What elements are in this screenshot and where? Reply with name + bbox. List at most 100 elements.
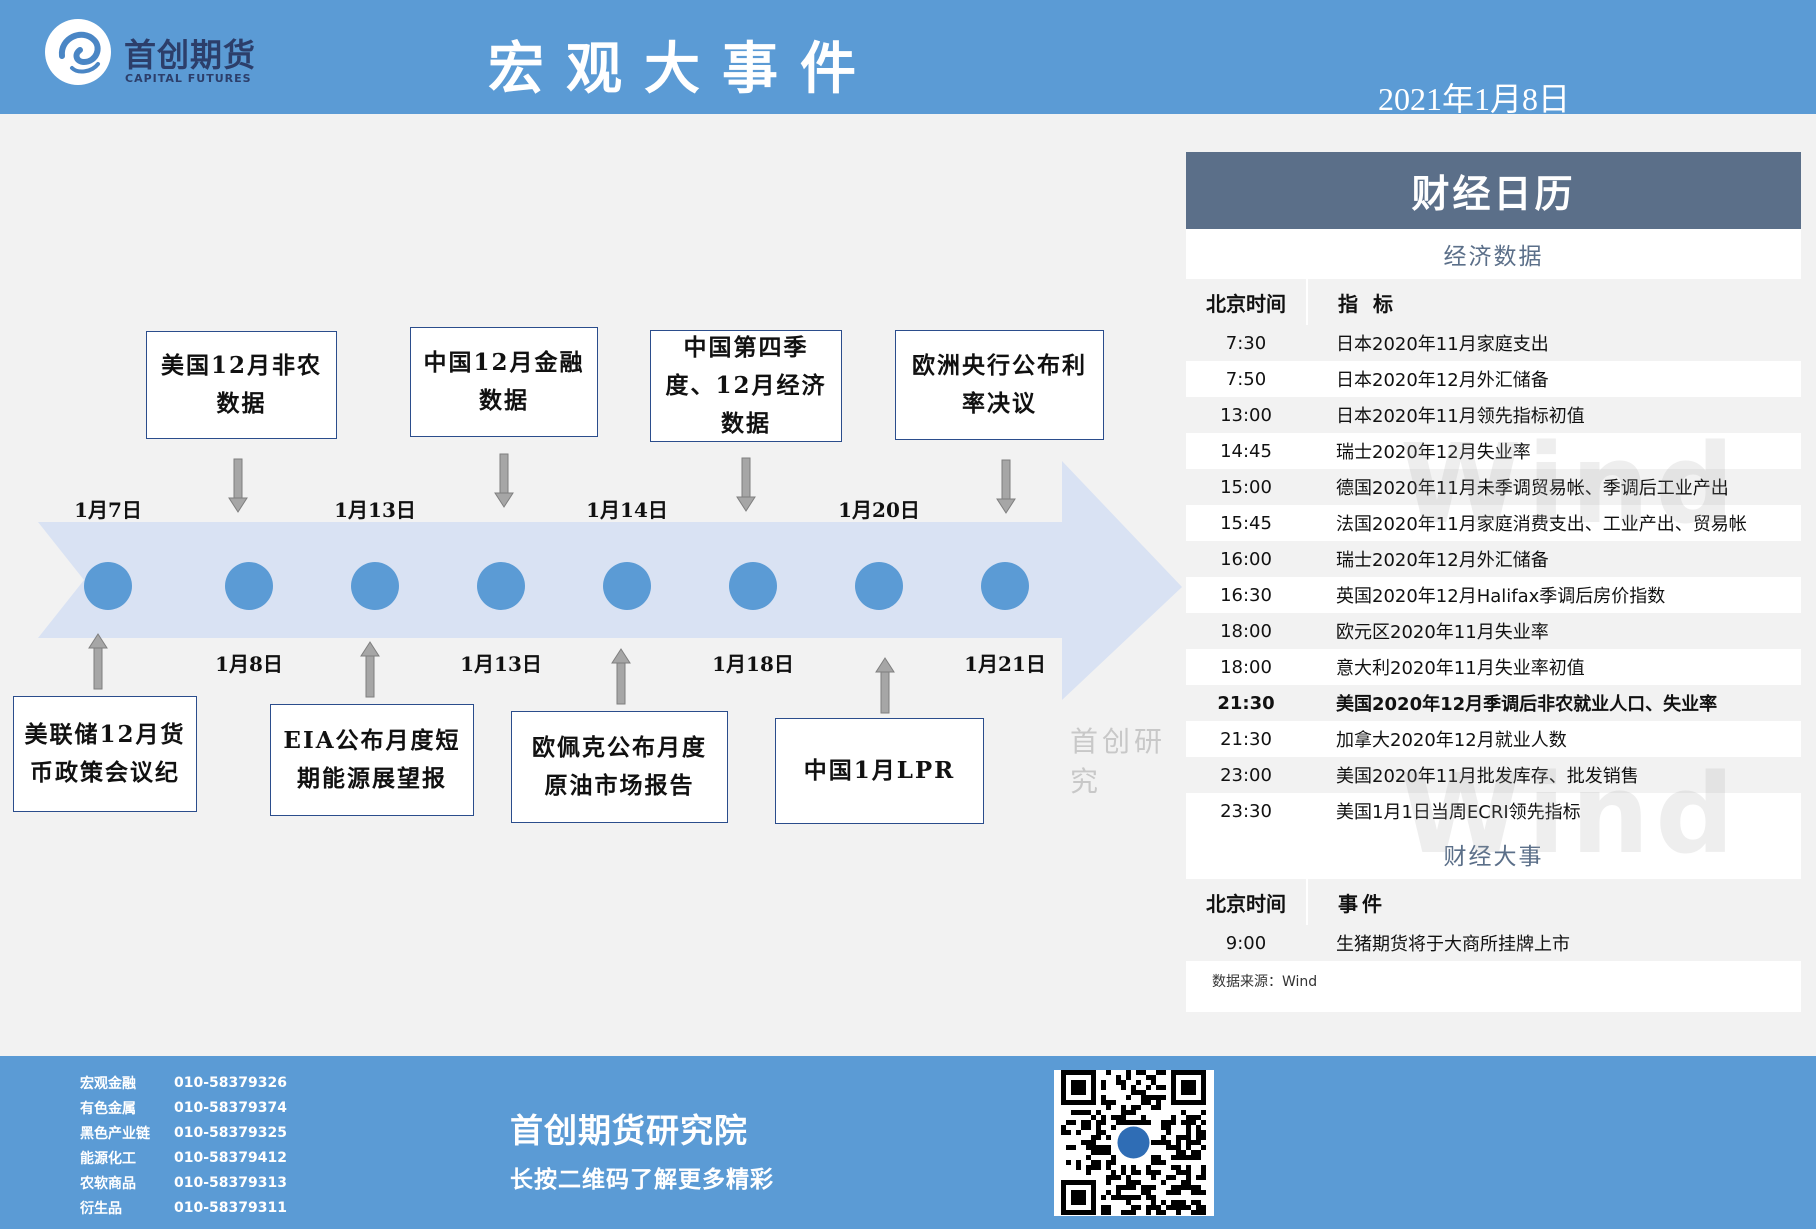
row-item: 日本2020年12月外汇储备 [1336, 370, 1549, 391]
calendar-row: 23:00 美国2020年11月批发库存、批发销售 [1186, 757, 1801, 793]
col-indicator: 指 标 [1306, 279, 1801, 325]
logo-en-text: CAPITAL FUTURES [125, 72, 252, 85]
event-rows: 9:00 生猪期货将于大商所挂牌上市 [1186, 925, 1801, 961]
date-tick-top: 1月20日 [838, 498, 920, 522]
event-timeline: 1月7日 1月13日 1月14日 1月20日 1月8日 1月13日 1月18日 1月21日 … [0, 114, 1190, 1054]
contact-dept: 宏观金融 [80, 1075, 136, 1092]
row-item: 法国2020年11月家庭消费支出、工业产出、贸易帐 [1336, 514, 1747, 535]
arrow-down-icon [228, 458, 248, 513]
row-item: 日本2020年11月家庭支出 [1336, 334, 1549, 355]
row-item: 瑞士2020年12月失业率 [1336, 442, 1531, 463]
calendar-row: 7:50 日本2020年12月外汇储备 [1186, 361, 1801, 397]
event-box-top-1: 美国12月非农数据 [146, 331, 337, 439]
page-title: 宏观大事件 [488, 36, 878, 102]
date-tick-bottom: 1月13日 [460, 652, 542, 676]
contact-dept: 有色金属 [80, 1100, 136, 1117]
calendar-row: 16:30 英国2020年12月Halifax季调后房价指数 [1186, 577, 1801, 613]
calendar-row: 18:00 意大利2020年11月失业率初值 [1186, 649, 1801, 685]
date-tick-top: 1月7日 [74, 498, 142, 522]
row-time: 9:00 [1225, 932, 1267, 954]
calendar-title: 财经日历 [1186, 152, 1801, 229]
arrow-up-icon [360, 641, 380, 698]
calendar-row: 15:00 德国2020年11月未季调贸易帐、季调后工业产出 [1186, 469, 1801, 505]
calendar-row: 9:00 生猪期货将于大商所挂牌上市 [1186, 925, 1801, 961]
calendar-row: 23:30 美国1月1日当周ECRI领先指标 [1186, 793, 1801, 829]
org-name: 首创期货研究院 [510, 1111, 748, 1150]
date-tick-bottom: 1月18日 [712, 652, 794, 676]
row-item: 日本2020年11月领先指标初值 [1336, 406, 1585, 427]
timeline-dot [477, 562, 525, 610]
row-item: 美国2020年11月批发库存、批发销售 [1336, 766, 1639, 787]
event-text: EIA公布月度短期能源展望报 [283, 727, 461, 792]
contact-row: 有色金属 010-58379374 [80, 1095, 287, 1120]
contact-phone[interactable]: 010-58379311 [174, 1200, 287, 1216]
contact-phone[interactable]: 010-58379326 [174, 1075, 287, 1091]
event-text: 欧佩克公布月度原油市场报告 [532, 734, 707, 799]
event-box-bottom-4: 中国1月LPR [775, 718, 984, 824]
contact-phone[interactable]: 010-58379325 [174, 1125, 287, 1141]
row-time: 18:00 [1220, 620, 1272, 642]
row-item: 生猪期货将于大商所挂牌上市 [1336, 934, 1570, 955]
contact-phone[interactable]: 010-58379313 [174, 1175, 287, 1191]
data-source: 数据来源：Wind [1212, 974, 1318, 990]
arrow-up-icon [875, 657, 895, 714]
calendar-row: 13:00 日本2020年11月领先指标初值 [1186, 397, 1801, 433]
row-item: 瑞士2020年12月外汇储备 [1336, 550, 1549, 571]
arrow-down-icon [996, 459, 1016, 514]
row-time: 14:45 [1220, 440, 1272, 462]
contact-row: 衍生品 010-58379311 [80, 1195, 287, 1220]
row-item: 加拿大2020年12月就业人数 [1336, 730, 1567, 751]
row-time: 15:00 [1220, 476, 1272, 498]
contact-dept: 衍生品 [80, 1200, 122, 1217]
date-tick-top: 1月13日 [334, 498, 416, 522]
row-item: 美国2020年12月季调后非农就业人口、失业率 [1336, 694, 1718, 715]
event-box-top-3: 中国第四季度、12月经济数据 [650, 330, 842, 442]
company-logo-icon [45, 19, 111, 85]
arrow-up-icon [611, 648, 631, 705]
calendar-row: 18:00 欧元区2020年11月失业率 [1186, 613, 1801, 649]
date-tick-bottom: 1月8日 [215, 652, 283, 676]
calendar-row: 7:30 日本2020年11月家庭支出 [1186, 325, 1801, 361]
contact-row: 宏观金融 010-58379326 [80, 1070, 287, 1095]
event-text: 中国第四季度、12月经济数据 [665, 334, 827, 437]
org-subtitle: 长按二维码了解更多精彩 [510, 1167, 774, 1193]
timeline-dot [981, 562, 1029, 610]
econ-column-header: 北京时间 指 标 [1186, 279, 1801, 325]
row-time: 7:50 [1225, 368, 1267, 390]
timeline-dot [603, 562, 651, 610]
event-text: 美国12月非农数据 [160, 352, 322, 417]
row-time: 23:30 [1220, 800, 1272, 822]
row-item: 德国2020年11月未季调贸易帐、季调后工业产出 [1336, 478, 1729, 499]
contact-row: 农软商品 010-58379313 [80, 1170, 287, 1195]
event-text: 欧洲央行公布利率决议 [912, 352, 1087, 417]
qr-code-icon[interactable] [1054, 1070, 1214, 1216]
row-item: 英国2020年12月Halifax季调后房价指数 [1336, 586, 1666, 607]
row-item: 美国1月1日当周ECRI领先指标 [1336, 802, 1581, 823]
econ-section-title: 经济数据 [1186, 229, 1801, 279]
date-tick-bottom: 1月21日 [964, 652, 1046, 676]
calendar-row: 21:30 加拿大2020年12月就业人数 [1186, 721, 1801, 757]
contact-phone[interactable]: 010-58379374 [174, 1100, 287, 1116]
row-time: 15:45 [1220, 512, 1272, 534]
econ-rows: 7:30 日本2020年11月家庭支出 7:50 日本2020年12月外汇储备 13:0… [1186, 325, 1801, 829]
report-date: 2021年1月8日 [1378, 81, 1571, 117]
header-bar: 首创期货 CAPITAL FUTURES 宏观大事件 2021年1月8日 [0, 0, 1816, 117]
col-event: 事件 [1306, 879, 1801, 925]
event-box-bottom-1: 美联储12月货币政策会议纪 [13, 696, 197, 812]
arrow-down-icon [736, 457, 756, 512]
contact-row: 能源化工 010-58379412 [80, 1145, 287, 1170]
calendar-row: 21:30 美国2020年12月季调后非农就业人口、失业率 [1186, 685, 1801, 721]
timeline-dot [84, 562, 132, 610]
timeline-dot [729, 562, 777, 610]
contact-phone[interactable]: 010-58379412 [174, 1150, 287, 1166]
contact-row: 黑色产业链 010-58379325 [80, 1120, 287, 1145]
event-section-title: 财经大事 [1186, 829, 1801, 879]
col-time: 北京时间 [1206, 891, 1286, 916]
row-time: 23:00 [1220, 764, 1272, 786]
page: 首创期货 CAPITAL FUTURES 宏观大事件 2021年1月8日 1月7… [0, 0, 1816, 1229]
contact-dept: 农软商品 [80, 1175, 136, 1192]
timeline-dot [855, 562, 903, 610]
row-item: 意大利2020年11月失业率初值 [1336, 658, 1585, 679]
calendar-row: 16:00 瑞士2020年12月外汇储备 [1186, 541, 1801, 577]
row-time: 16:30 [1220, 584, 1272, 606]
